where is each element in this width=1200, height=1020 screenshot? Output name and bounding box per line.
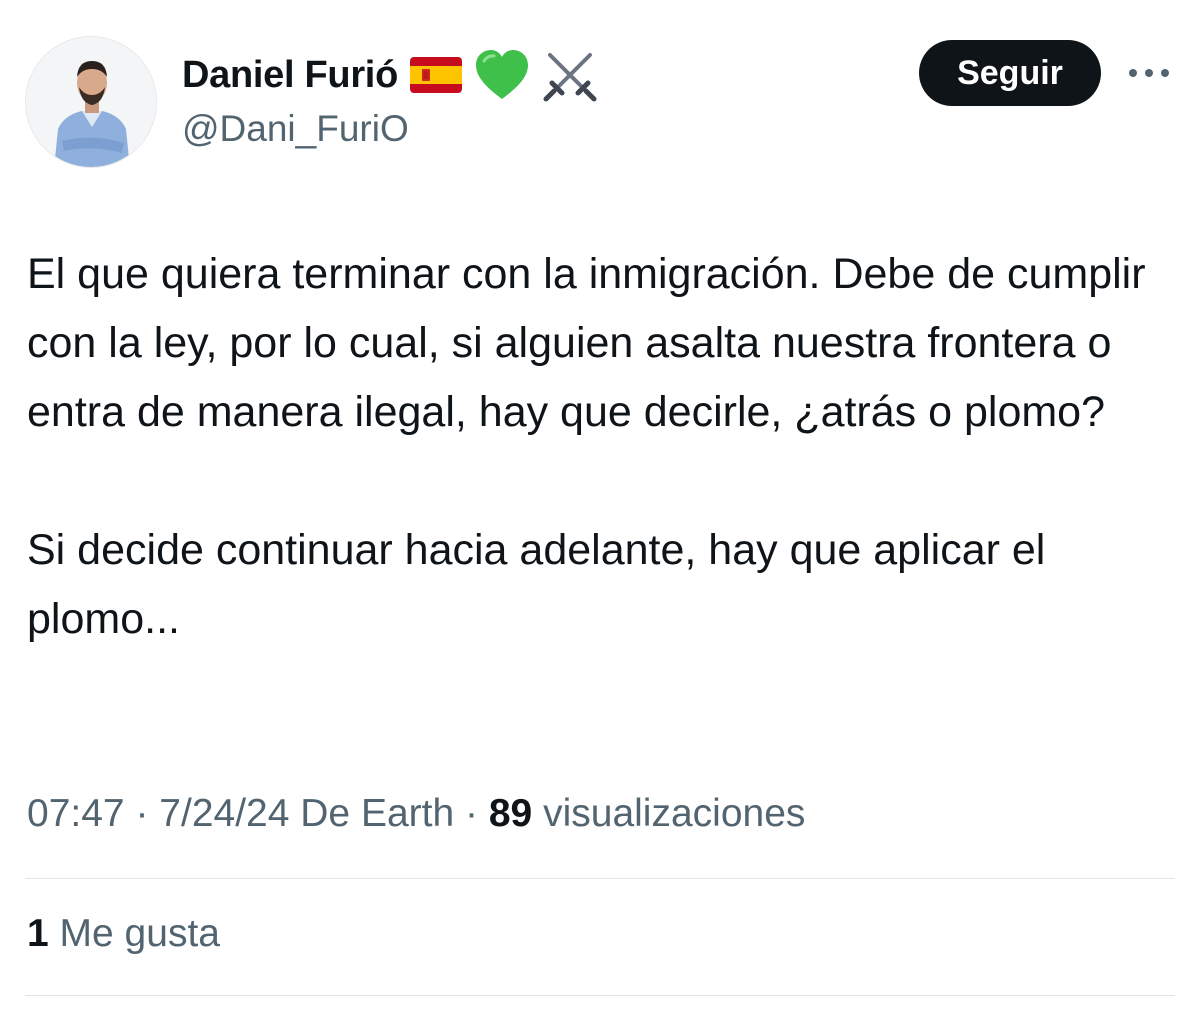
tweet-source: De Earth bbox=[300, 792, 455, 835]
tweet-text: El que quiera terminar con la inmigració… bbox=[27, 240, 1177, 654]
likes-count: 1 bbox=[27, 912, 49, 955]
divider bbox=[25, 878, 1175, 879]
more-dots-icon[interactable] bbox=[1124, 58, 1174, 88]
tweet-meta: 07:47 · 7/24/24 De Earth · 89 visualizac… bbox=[27, 792, 805, 836]
likes-summary[interactable]: 1 Me gusta bbox=[27, 912, 220, 956]
green-heart-icon bbox=[474, 49, 530, 101]
views-label: visualizaciones bbox=[543, 792, 806, 835]
divider bbox=[25, 995, 1175, 996]
avatar[interactable] bbox=[25, 36, 157, 168]
tweet-date[interactable]: 7/24/24 bbox=[159, 792, 289, 835]
author-handle[interactable]: @Dani_FuriO bbox=[182, 108, 409, 150]
follow-button[interactable]: Seguir bbox=[919, 40, 1101, 106]
meta-separator: · bbox=[135, 792, 149, 835]
avatar-photo bbox=[26, 37, 156, 167]
author-name-row: Daniel Furió bbox=[182, 48, 598, 102]
tweet-time[interactable]: 07:47 bbox=[27, 792, 125, 835]
tweet-card: Daniel Furió @Dani_FuriO Seguir El que q… bbox=[0, 0, 1200, 1020]
likes-label: Me gusta bbox=[59, 912, 220, 955]
views-count: 89 bbox=[488, 792, 533, 835]
meta-separator: · bbox=[465, 792, 479, 835]
tweet-paragraph: El que quiera terminar con la inmigració… bbox=[27, 250, 1146, 436]
author-display-name[interactable]: Daniel Furió bbox=[182, 54, 398, 97]
tweet-paragraph: Si decide continuar hacia adelante, hay … bbox=[27, 526, 1046, 643]
crossed-swords-icon bbox=[542, 47, 598, 103]
flag-spain-icon bbox=[409, 57, 462, 93]
